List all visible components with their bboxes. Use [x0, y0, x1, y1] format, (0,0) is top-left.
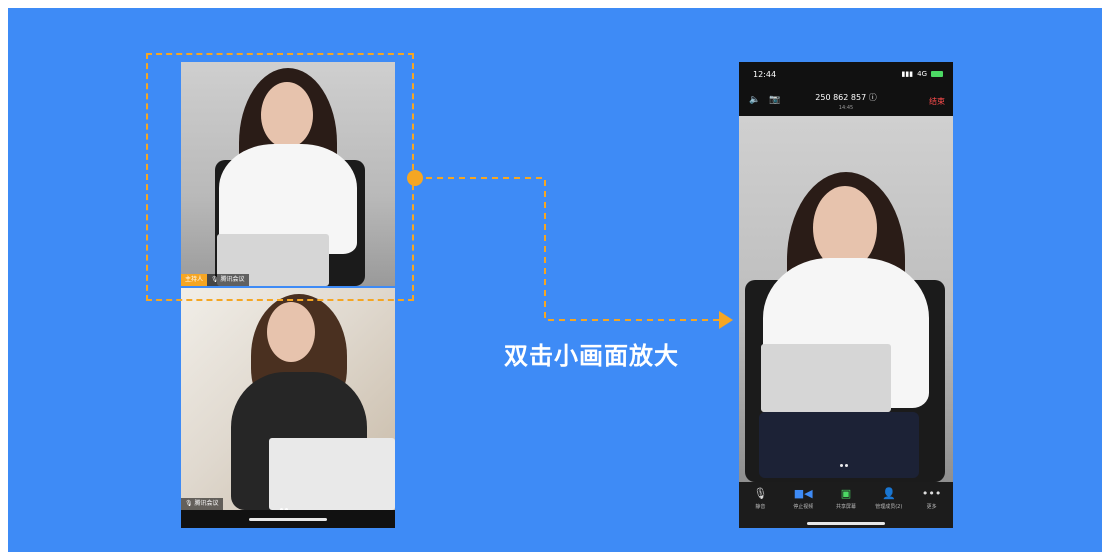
- network-label: 4G: [917, 70, 927, 78]
- tool-label: 更多: [926, 504, 937, 510]
- meeting-top-bar: 🔈 📷 250 862 857 ⓘ 14:45 结束: [739, 88, 953, 116]
- more-button[interactable]: ••• 更多: [910, 482, 953, 528]
- slide-background: 主持人 🎙 腾讯会议 🎙 腾讯会议 双击小画面放大 12:44 ▮▮▮ 4G 🔈…: [8, 8, 1102, 552]
- end-meeting-button[interactable]: 结束: [929, 96, 945, 107]
- meeting-id[interactable]: 250 862 857 ⓘ: [739, 92, 953, 103]
- status-indicators: ▮▮▮ 4G: [902, 70, 943, 78]
- battery-icon: [931, 71, 943, 77]
- instruction-caption: 双击小画面放大: [504, 342, 679, 370]
- tool-label: 管理成员(2): [875, 504, 903, 510]
- signal-icon: ▮▮▮: [901, 70, 914, 78]
- members-icon: 👤: [881, 487, 896, 500]
- meeting-toolbar: 🎙 静音 ■◀ 停止视频 ▣ 共享屏幕 👤 管理成员(2) ••• 更多: [739, 482, 953, 528]
- mic-icon: 🎙: [753, 487, 768, 500]
- meeting-id-text: 250 862 857: [815, 93, 867, 102]
- video-icon: ■◀: [793, 487, 813, 500]
- tool-label: 共享屏幕: [835, 504, 856, 510]
- status-time: 12:44: [753, 70, 777, 79]
- share-screen-icon: ▣: [840, 487, 852, 500]
- laptop-shape: [761, 344, 891, 412]
- home-indicator: [807, 522, 885, 525]
- meeting-duration: 14:45: [838, 105, 854, 111]
- info-icon: ⓘ: [868, 93, 877, 102]
- more-icon: •••: [921, 487, 942, 500]
- page-dots: [839, 452, 849, 471]
- status-bar: 12:44 ▮▮▮ 4G: [739, 62, 953, 88]
- right-phone-view: 12:44 ▮▮▮ 4G 🔈 📷 250 862 857 ⓘ 14:45 结束: [739, 62, 953, 528]
- main-video[interactable]: [739, 116, 953, 482]
- tool-label: 静音: [755, 504, 766, 510]
- tool-label: 停止视频: [793, 504, 814, 510]
- mute-button[interactable]: 🎙 静音: [739, 482, 782, 528]
